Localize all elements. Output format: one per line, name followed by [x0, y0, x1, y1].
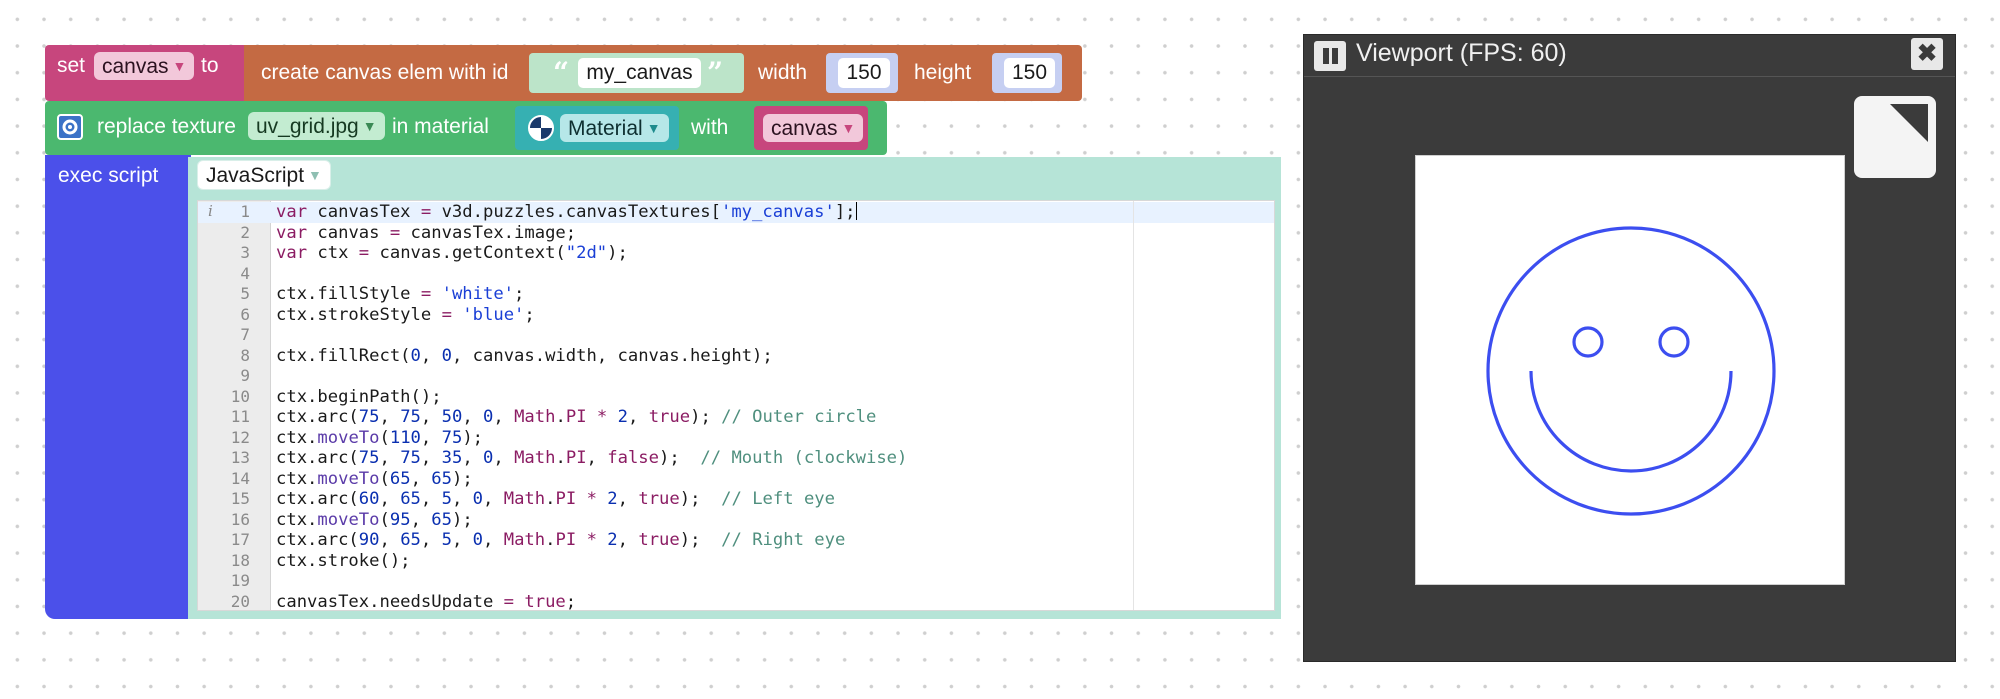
code-line[interactable]: ctx.fillRect(0, 0, canvas.width, canvas.… [276, 346, 773, 367]
line-number: 5 [240, 284, 250, 303]
language-name: JavaScript [206, 164, 305, 187]
material-dropdown[interactable]: Material ▼ [560, 114, 669, 142]
dropdown-arrow-icon: ▼ [308, 167, 322, 183]
language-dropdown[interactable]: JavaScript ▼ [197, 160, 331, 190]
with-variable-name: canvas [771, 117, 838, 140]
code-line[interactable]: ctx.moveTo(65, 65); [276, 469, 473, 490]
gear-icon[interactable] [57, 114, 83, 140]
pause-icon[interactable] [1314, 41, 1346, 71]
smiley-right-eye [1658, 326, 1690, 358]
close-icon[interactable]: ✖ [1911, 38, 1943, 70]
line-number: 12 [230, 427, 250, 447]
open-quote-icon: “ [553, 56, 570, 89]
code-line[interactable]: ctx.moveTo(110, 75); [276, 428, 483, 449]
code-line[interactable]: ctx.arc(75, 75, 35, 0, Math.PI, false); … [276, 448, 907, 469]
width-value-field[interactable]: 150 [838, 58, 890, 88]
code-line[interactable]: var canvasTex = v3d.puzzles.canvasTextur… [276, 202, 857, 223]
replace-texture-label: replace texture [97, 115, 236, 138]
smiley-mouth [1529, 370, 1733, 473]
line-number: 17 [230, 530, 250, 549]
dropdown-arrow-icon: ▼ [172, 58, 187, 74]
line-number: 3 [240, 243, 250, 262]
texture-name: uv_grid.jpg [256, 115, 359, 138]
line-number: 10 [230, 386, 250, 406]
smiley-left-eye [1572, 326, 1604, 358]
to-label: to [201, 54, 219, 77]
code-line[interactable]: ctx.strokeStyle = 'blue'; [276, 305, 535, 326]
line-number: 18 [230, 550, 250, 570]
code-line[interactable]: ctx.fillStyle = 'white'; [276, 284, 524, 305]
material-name: Material [568, 117, 643, 140]
line-number: 6 [240, 304, 250, 324]
line-number: 2 [240, 222, 250, 242]
close-quote-icon: ” [707, 56, 724, 89]
code-line[interactable]: ctx.arc(90, 65, 5, 0, Math.PI * 2, true)… [276, 530, 845, 551]
print-margin [1133, 201, 1134, 610]
fullscreen-icon[interactable] [1854, 96, 1936, 178]
create-canvas-label: create canvas elem with id [261, 61, 509, 84]
dropdown-arrow-icon: ▼ [841, 120, 856, 136]
id-value-field[interactable]: my_canvas [578, 58, 701, 88]
line-number: 7 [240, 325, 250, 344]
exec-script-label: exec script [58, 164, 159, 187]
canvas-texture-preview [1415, 155, 1845, 585]
line-number: 14 [230, 468, 250, 488]
variable-dropdown[interactable]: canvas ▼ [94, 52, 195, 80]
line-number: 11 [230, 407, 250, 426]
in-material-label: in material [392, 115, 489, 138]
code-line[interactable]: ctx.stroke(); [276, 551, 411, 572]
line-number: 20 [230, 591, 250, 611]
code-line[interactable]: var canvas = canvasTex.image; [276, 223, 576, 244]
smiley-face [1486, 226, 1776, 516]
viewport-title: Viewport (FPS: 60) [1356, 39, 1567, 67]
line-number: 16 [230, 509, 250, 529]
texture-dropdown[interactable]: uv_grid.jpg ▼ [248, 112, 385, 140]
line-number: 13 [230, 448, 250, 467]
dropdown-arrow-icon: ▼ [646, 120, 661, 136]
code-line[interactable]: ctx.beginPath(); [276, 387, 442, 408]
line-number: 8 [240, 345, 250, 365]
set-label: set [57, 54, 86, 77]
dropdown-arrow-icon: ▼ [362, 118, 377, 134]
code-editor[interactable]: i 1 2 3 4 5 6 7 8 9 10 11 12 13 14 15 16 17 18 19 20 var ca… [197, 200, 1275, 611]
width-label: width [758, 61, 808, 84]
material-ball-icon [528, 115, 554, 141]
text-cursor [855, 202, 857, 220]
code-line[interactable]: ctx.arc(75, 75, 50, 0, Math.PI * 2, true… [276, 407, 876, 428]
line-number: 9 [240, 366, 250, 385]
variable-name: canvas [102, 55, 169, 78]
height-value-field[interactable]: 150 [1004, 58, 1055, 88]
smiley-drawing [1486, 226, 1776, 516]
line-number: 15 [230, 489, 250, 508]
height-label: height [914, 61, 972, 84]
line-number: 4 [240, 263, 250, 283]
code-line[interactable]: ctx.arc(60, 65, 5, 0, Math.PI * 2, true)… [276, 489, 835, 510]
exec-script-block[interactable] [45, 155, 191, 619]
code-line[interactable]: canvasTex.needsUpdate = true; [276, 592, 576, 611]
with-label: with [691, 116, 729, 139]
with-variable-dropdown[interactable]: canvas ▼ [763, 114, 864, 142]
code-line[interactable]: ctx.moveTo(95, 65); [276, 510, 473, 531]
code-line[interactable]: var ctx = canvas.getContext("2d"); [276, 243, 628, 264]
line-number: 1 [240, 202, 250, 221]
line-number: 19 [230, 571, 250, 590]
